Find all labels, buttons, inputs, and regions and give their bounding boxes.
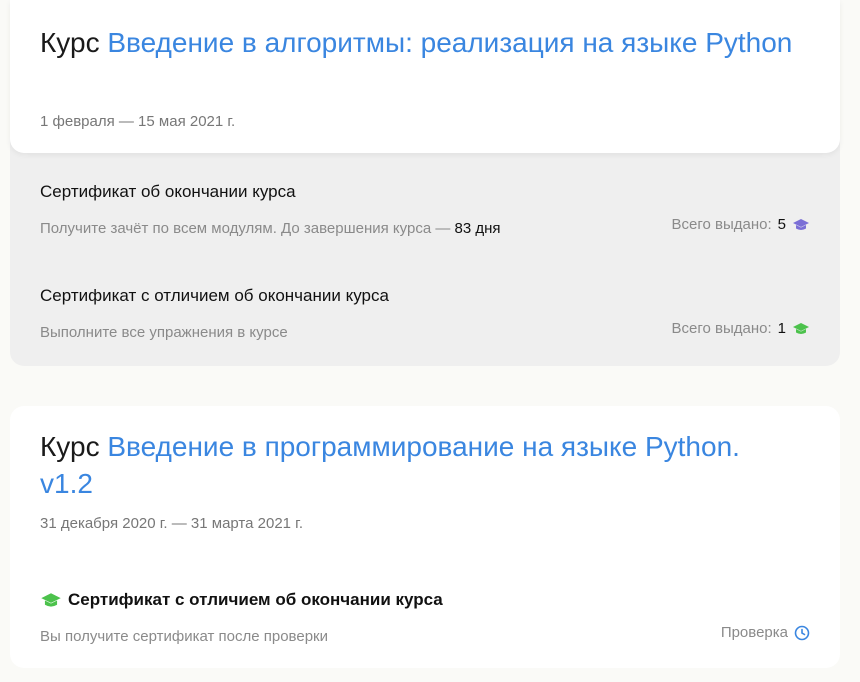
course-link[interactable]: Введение в алгоритмы: реализация на язык…	[107, 27, 792, 58]
course-card: Курс Введение в программирование на язык…	[10, 406, 840, 668]
certificate-description: Получите зачёт по всем модулям. До завер…	[40, 220, 501, 237]
course-header: Курс Введение в алгоритмы: реализация на…	[10, 0, 840, 153]
certificate-description-text: Получите зачёт по всем модулям. До завер…	[40, 220, 451, 237]
issued-count: Всего выдано: 1	[672, 320, 810, 337]
certificate-status: Проверка	[721, 624, 810, 641]
clock-icon	[794, 625, 810, 640]
course-dates: 31 декабря 2020 г. — 31 марта 2021 г.	[40, 515, 303, 532]
issued-number: 5	[777, 216, 786, 233]
course-dates: 1 февраля — 15 мая 2021 г.	[40, 113, 236, 130]
certificate-description: Вы получите сертификат после проверки	[40, 628, 328, 645]
certificate-title-text: Сертификат с отличием об окончании курса	[68, 590, 443, 609]
course-title: Курс Введение в алгоритмы: реализация на…	[40, 24, 800, 61]
days-remaining: 83 дня	[454, 220, 501, 237]
certificate-description: Выполните все упражнения в курсе	[40, 324, 288, 341]
graduation-cap-icon	[793, 322, 809, 334]
issued-label: Всего выдано:	[671, 216, 772, 233]
certificate-title: Сертификат об окончании курса	[40, 182, 296, 201]
graduation-cap-icon	[41, 592, 61, 607]
certificate-title: Сертификат с отличием об окончании курса	[40, 590, 443, 610]
course-title: Курс Введение в программирование на язык…	[40, 428, 800, 502]
certificate-title: Сертификат с отличием об окончании курса	[40, 286, 389, 305]
issued-label: Всего выдано:	[671, 320, 772, 337]
course-keyword: Курс	[40, 27, 100, 58]
course-card: Курс Введение в алгоритмы: реализация на…	[10, 0, 840, 366]
course-link[interactable]: Введение в программирование на языке Pyt…	[40, 431, 740, 499]
status-label: Проверка	[720, 624, 788, 641]
issued-number: 1	[777, 320, 786, 337]
issued-count: Всего выдано: 5	[672, 216, 810, 233]
course-keyword: Курс	[40, 431, 100, 462]
graduation-cap-icon	[793, 218, 809, 230]
